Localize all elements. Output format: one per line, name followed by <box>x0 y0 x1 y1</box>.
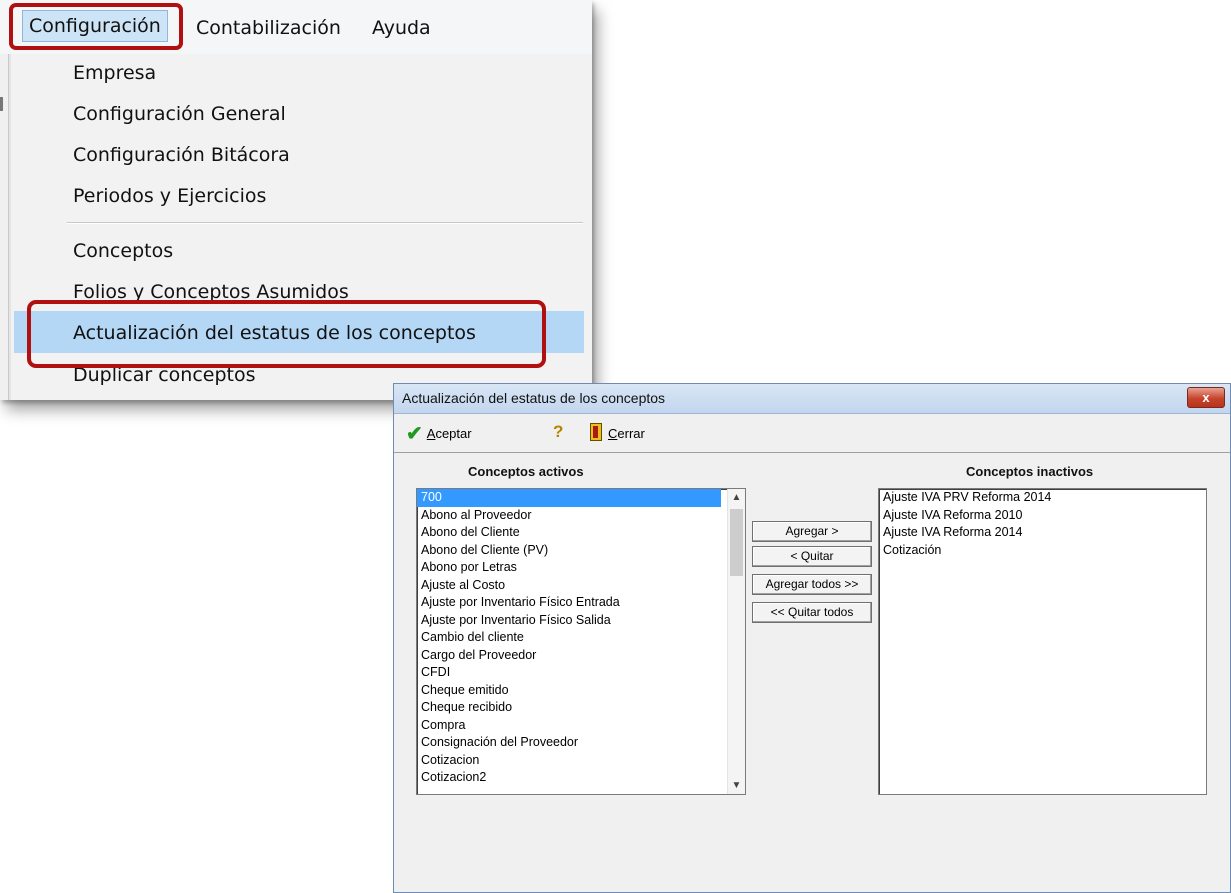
actualizacion-dialog: Actualización del estatus de los concept… <box>393 383 1231 893</box>
list-item[interactable]: Abono al Proveedor <box>417 507 745 525</box>
agregar-todos-button[interactable]: Agregar todos >> <box>752 574 872 595</box>
list-item[interactable]: Cheque recibido <box>417 699 745 717</box>
conceptos-activos-list[interactable]: 700 Abono al Proveedor Abono del Cliente Ab… <box>416 488 746 795</box>
list-item[interactable]: Ajuste IVA PRV Reforma 2014 <box>879 489 1206 507</box>
list-item[interactable]: Compra <box>417 717 745 735</box>
scroll-down-icon[interactable]: ▼ <box>728 777 745 794</box>
list-item[interactable]: Cotizacion <box>417 752 745 770</box>
dialog-title: Actualización del estatus de los concept… <box>402 390 666 406</box>
menu-contabilizacion[interactable]: Contabilización <box>196 12 341 44</box>
checkmark-icon: ✔ <box>406 423 423 445</box>
list-item[interactable]: Ajuste por Inventario Físico Salida <box>417 612 745 630</box>
list-item[interactable]: Ajuste IVA Reforma 2010 <box>879 507 1206 525</box>
list-item[interactable]: CFDI <box>417 664 745 682</box>
list-item[interactable]: Cotizacion2 <box>417 769 745 787</box>
cerrar-label: errar <box>617 426 645 441</box>
list-item[interactable]: Cotización <box>879 542 1206 560</box>
list-item[interactable]: Ajuste IVA Reforma 2014 <box>879 524 1206 542</box>
menu-screenshot: Configuración Contabilización Ayuda Empr… <box>0 0 592 400</box>
menu-separator <box>67 222 583 224</box>
list-item[interactable]: Cambio del cliente <box>417 629 745 647</box>
menubar: Configuración Contabilización Ayuda <box>0 0 592 54</box>
agregar-button[interactable]: Agregar > <box>752 521 872 542</box>
menu-item-empresa[interactable]: Empresa <box>73 56 156 90</box>
cerrar-button[interactable]: Cerrar <box>590 423 645 445</box>
menu-ayuda[interactable]: Ayuda <box>372 12 431 44</box>
cerrar-accel: C <box>608 426 618 441</box>
dropdown-icon-strip <box>9 54 11 400</box>
list-item[interactable]: Ajuste al Costo <box>417 577 745 595</box>
menu-item-periodos-ejercicios[interactable]: Periodos y Ejercicios <box>73 179 266 213</box>
list-item[interactable]: Abono del Cliente <box>417 524 745 542</box>
close-button[interactable]: x <box>1187 387 1225 408</box>
conceptos-activos-header: Conceptos activos <box>468 464 584 479</box>
dialog-toolbar: ✔ Aceptar ? Cerrar <box>394 414 1230 453</box>
list-item[interactable]: Consignación del Proveedor <box>417 734 745 752</box>
configuracion-highlight-outline <box>9 3 183 50</box>
conceptos-inactivos-header: Conceptos inactivos <box>966 464 1094 479</box>
list-item[interactable]: Abono del Cliente (PV) <box>417 542 745 560</box>
actualizacion-highlight-outline <box>27 300 546 368</box>
aceptar-button[interactable]: ✔ Aceptar <box>406 423 472 445</box>
close-icon: x <box>1202 390 1210 405</box>
activos-scrollbar[interactable]: ▲ ▼ <box>727 489 745 794</box>
scroll-up-icon[interactable]: ▲ <box>728 489 745 506</box>
help-key-icon[interactable]: ? <box>553 422 563 442</box>
dialog-titlebar[interactable]: Actualización del estatus de los concept… <box>394 384 1230 414</box>
list-item[interactable]: 700 <box>417 489 721 507</box>
list-item[interactable]: Cargo del Proveedor <box>417 647 745 665</box>
menu-item-conceptos[interactable]: Conceptos <box>73 234 173 268</box>
conceptos-inactivos-list[interactable]: Ajuste IVA PRV Reforma 2014 Ajuste IVA Re… <box>878 488 1207 795</box>
scroll-thumb[interactable] <box>730 509 743 576</box>
list-item[interactable]: Cheque emitido <box>417 682 745 700</box>
window-edge-mark <box>0 97 3 111</box>
menu-item-configuracion-general[interactable]: Configuración General <box>73 97 286 131</box>
quitar-todos-button[interactable]: << Quitar todos <box>752 602 872 623</box>
list-item[interactable]: Ajuste por Inventario Físico Entrada <box>417 594 745 612</box>
list-item[interactable]: Abono por Letras <box>417 559 745 577</box>
door-exit-icon <box>590 423 602 441</box>
menu-item-configuracion-bitacora[interactable]: Configuración Bitácora <box>73 138 290 172</box>
configuracion-dropdown: Empresa Configuración General Configurac… <box>8 54 592 400</box>
quitar-button[interactable]: < Quitar <box>752 546 872 567</box>
aceptar-label: ceptar <box>435 426 472 441</box>
